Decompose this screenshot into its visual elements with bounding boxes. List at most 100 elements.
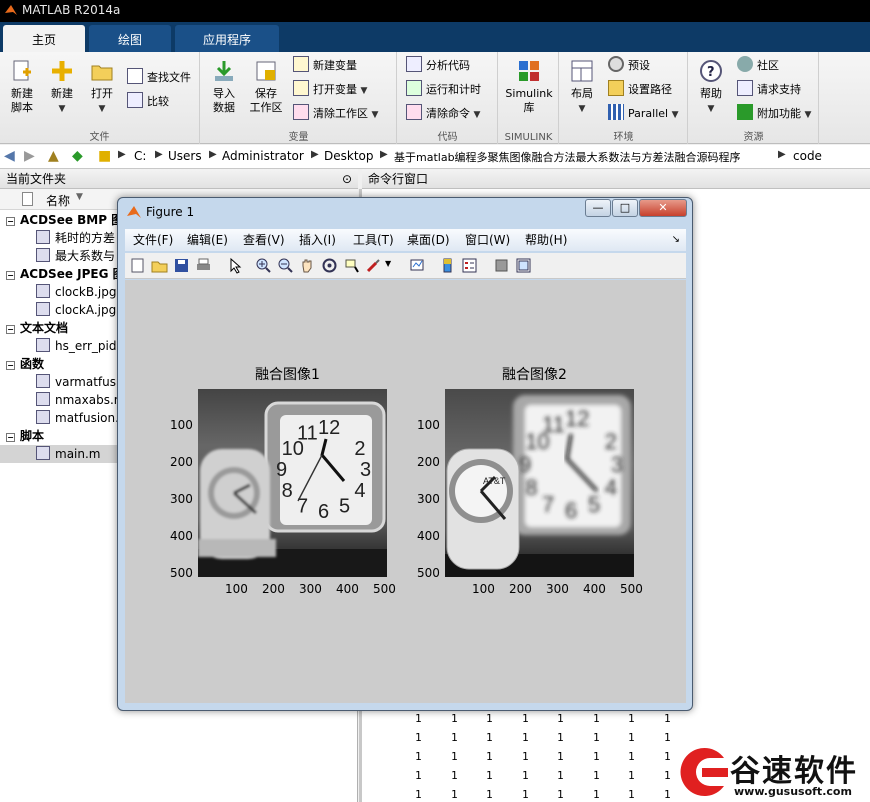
open-button[interactable]: 打开 ▼ <box>84 58 120 116</box>
fused-image-2[interactable]: 12 2 3 4 5 6 7 8 9 10 11 AT&T <box>445 389 634 577</box>
crumb-desktop[interactable]: Desktop <box>324 149 374 163</box>
figure-menu-item[interactable]: 窗口(W) <box>465 229 510 251</box>
tab-plots[interactable]: 绘图 <box>89 25 171 52</box>
command-output-value: 1 <box>486 731 493 744</box>
clear-commands-label: 清除命令 <box>426 107 470 120</box>
collapse-icon[interactable]: − <box>6 271 15 280</box>
clock-numeral: 4 <box>605 475 617 500</box>
matlab-logo-icon <box>5 5 17 15</box>
new-variable-button[interactable]: 新建变量 <box>293 56 357 76</box>
collapse-icon[interactable]: − <box>6 433 15 442</box>
browse-icon[interactable]: ◆ <box>72 148 83 164</box>
simulink-library-button[interactable]: Simulink 库 <box>503 58 555 115</box>
tab-apps[interactable]: 应用程序 <box>175 25 279 52</box>
legend-icon[interactable] <box>461 257 478 274</box>
clear-commands-button[interactable]: 清除命令 ▼ <box>406 104 480 124</box>
figure-menu-item[interactable]: 查看(V) <box>243 229 285 251</box>
collapse-icon[interactable]: − <box>6 325 15 334</box>
crumb-project-folder[interactable]: 基于matlab编程多聚焦图像融合方法最大系数法与方差法融合源码程序 <box>394 149 741 165</box>
new-button[interactable]: 新建 ▼ <box>44 58 80 116</box>
brush-dropdown-icon[interactable]: ▼ <box>385 259 391 268</box>
print-icon[interactable] <box>195 257 212 274</box>
command-output-value: 1 <box>486 769 493 782</box>
maximize-button[interactable]: □ <box>612 199 638 217</box>
code-section: 分析代码 运行和计时 清除命令 ▼ 代码 <box>398 52 498 144</box>
watermark-logo: 谷速软件 www.gususoft.com <box>672 742 870 802</box>
command-output-value: 1 <box>522 788 529 801</box>
import-label-1: 导入 <box>213 87 235 100</box>
clear-workspace-button[interactable]: 清除工作区 ▼ <box>293 104 378 124</box>
show-plot-tools-icon[interactable] <box>515 257 532 274</box>
tab-home[interactable]: 主页 <box>3 25 85 52</box>
compare-button[interactable]: 比较 <box>127 92 169 112</box>
preferences-button[interactable]: 预设 <box>608 56 650 76</box>
pointer-icon[interactable] <box>227 257 244 274</box>
zoom-out-icon[interactable] <box>277 257 294 274</box>
help-button[interactable]: ? 帮助 ▼ <box>695 58 727 116</box>
forward-arrow-icon[interactable]: ▶ <box>24 148 35 164</box>
zoom-in-icon[interactable] <box>255 257 272 274</box>
community-button[interactable]: 社区 <box>737 56 779 76</box>
find-files-button[interactable]: 查找文件 <box>127 68 191 88</box>
file-name: 最大系数与 <box>55 249 116 263</box>
crumb-drive[interactable]: C: <box>134 149 146 163</box>
colorbar-icon[interactable] <box>439 257 456 274</box>
file-icon <box>36 248 50 262</box>
gear-icon <box>608 56 624 72</box>
figure-menu-item[interactable]: 编辑(E) <box>187 229 228 251</box>
menu-dock-arrow-icon[interactable]: ↘ <box>672 229 680 251</box>
request-support-button[interactable]: 请求支持 <box>737 80 801 100</box>
group-label: ACDSee JPEG 图 <box>20 267 125 281</box>
save-workspace-button[interactable]: 保存 工作区 <box>245 58 287 115</box>
close-button[interactable]: ✕ <box>639 199 687 217</box>
open-file-icon[interactable] <box>151 257 168 274</box>
data-cursor-icon[interactable] <box>343 257 360 274</box>
crumb-code[interactable]: code <box>793 149 822 163</box>
plus-icon <box>52 61 72 81</box>
new-figure-icon[interactable] <box>129 257 146 274</box>
collapse-icon[interactable]: − <box>6 361 15 370</box>
up-folder-icon[interactable]: ▲ <box>48 148 59 164</box>
figure-menu-item[interactable]: 插入(I) <box>299 229 336 251</box>
panel-menu-icon[interactable]: ⊙ <box>342 169 352 189</box>
add-ons-label: 附加功能 <box>757 107 801 120</box>
back-arrow-icon[interactable]: ◀ <box>4 148 15 164</box>
collapse-icon[interactable]: − <box>6 217 15 226</box>
file-icon <box>36 230 50 244</box>
crumb-administrator[interactable]: Administrator <box>222 149 304 163</box>
figure-menu-item[interactable]: 帮助(H) <box>525 229 567 251</box>
clock-numeral: 11 <box>297 423 318 445</box>
pan-hand-icon[interactable] <box>299 257 316 274</box>
simulink-label-2: 库 <box>523 101 535 114</box>
x-tick-label: 100 <box>225 582 248 596</box>
command-output-value: 1 <box>486 750 493 763</box>
analyze-code-button[interactable]: 分析代码 <box>406 56 470 76</box>
rotate-3d-icon[interactable] <box>321 257 338 274</box>
group-label: ACDSee BMP 图 <box>20 213 124 227</box>
parallel-button[interactable]: Parallel ▼ <box>608 104 679 124</box>
file-icon <box>36 446 50 460</box>
layout-button[interactable]: 布局 ▼ <box>566 58 598 116</box>
set-path-button[interactable]: 设置路径 <box>608 80 672 100</box>
save-icon[interactable] <box>173 257 190 274</box>
brush-icon[interactable] <box>365 257 382 274</box>
hide-plot-tools-icon[interactable] <box>493 257 510 274</box>
file-name: varmatfusi <box>55 375 120 389</box>
minimize-button[interactable]: — <box>585 199 611 217</box>
link-plot-icon[interactable] <box>409 257 426 274</box>
command-output-value: 1 <box>557 769 564 782</box>
fused-image-1[interactable]: 12 2 3 4 5 6 7 8 9 10 11 <box>198 389 387 577</box>
new-script-button[interactable]: 新建 脚本 <box>4 58 40 115</box>
figure-menu-item[interactable]: 文件(F) <box>133 229 173 251</box>
import-data-button[interactable]: 导入 数据 <box>207 58 241 115</box>
crumb-users[interactable]: Users <box>168 149 202 163</box>
variable-section-label: 变量 <box>288 132 309 143</box>
add-ons-icon <box>737 104 753 120</box>
open-variable-button[interactable]: 打开变量 ▼ <box>293 80 367 100</box>
run-and-time-button[interactable]: 运行和计时 <box>406 80 481 100</box>
simulink-section: Simulink 库 SIMULINK <box>499 52 559 144</box>
x-tick-label: 500 <box>373 582 396 596</box>
figure-menu-item[interactable]: 桌面(D) <box>407 229 450 251</box>
figure-menu-item[interactable]: 工具(T) <box>353 229 394 251</box>
add-ons-button[interactable]: 附加功能 ▼ <box>737 104 811 124</box>
